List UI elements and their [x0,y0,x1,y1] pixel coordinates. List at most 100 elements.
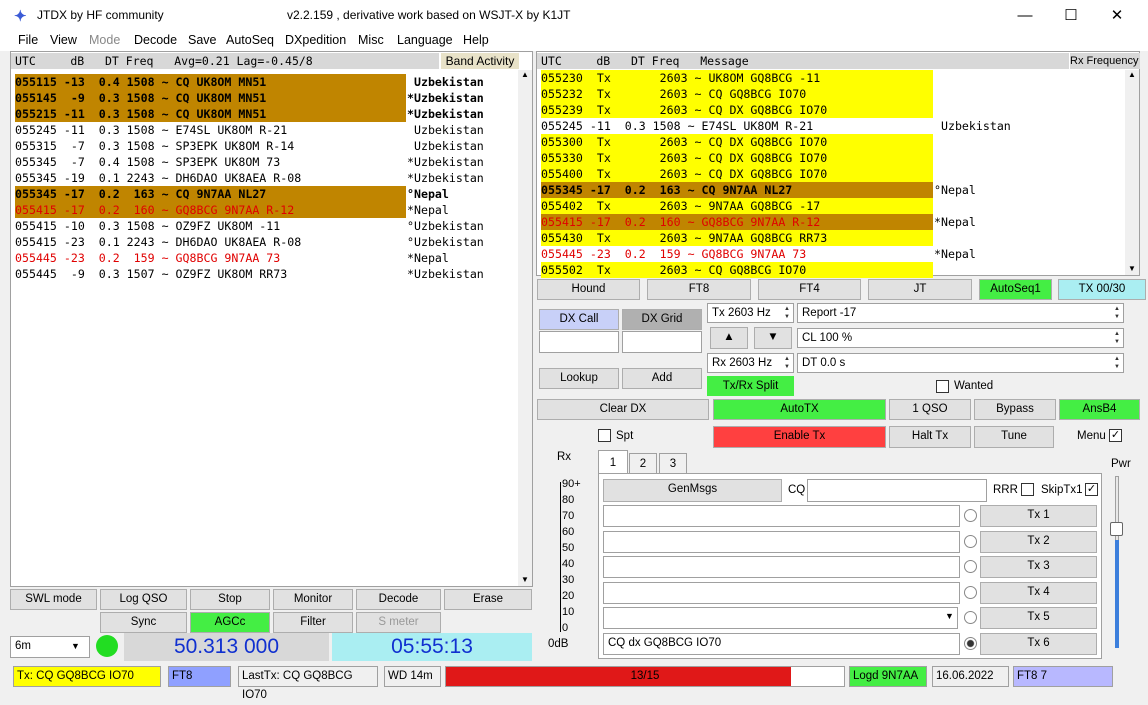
agcc-button[interactable]: AGCc [190,612,270,633]
cl-spinbox[interactable]: CL 100 % ▲ ▼ [797,328,1124,348]
rx-frequency-row[interactable]: 055402 Tx 2603 ~ 9N7AA GQ8BCG -17 [541,198,933,214]
rx-frequency-row[interactable]: 055230 Tx 2603 ~ UK8OM GQ8BCG -11 [541,70,933,86]
genmsgs-button[interactable]: GenMsgs [603,479,782,502]
s-meter-button[interactable]: S meter [356,612,441,633]
clear-dx-button[interactable]: Clear DX [537,399,709,420]
rx-frequency-row[interactable]: 055330 Tx 2603 ~ CQ DX GQ8BCG IO70 [541,150,933,166]
autoseq-button[interactable]: AutoSeq1 [979,279,1052,300]
ft4-button[interactable]: FT4 [758,279,861,300]
menu-decode[interactable]: Decode [134,33,177,47]
autotx-button[interactable]: AutoTX [713,399,886,420]
spin-arrows-icon[interactable]: ▲ ▼ [1112,305,1122,321]
report-spinbox[interactable]: Report -17 ▲ ▼ [797,303,1124,323]
enable-tx-button[interactable]: Enable Tx [713,426,886,448]
spin-arrows-icon[interactable]: ▲ ▼ [782,355,792,371]
tx4-message-input[interactable] [603,581,960,604]
rx-frequency-row[interactable]: 055415 -17 0.2 160 ~ GQ8BCG 9N7AA R-12 [541,214,933,230]
tx5-radio[interactable] [964,611,977,624]
sync-button[interactable]: Sync [100,612,187,633]
swl-mode-button[interactable]: SWL mode [10,589,97,610]
scroll-up-icon[interactable]: ▲ [518,70,532,79]
tx-freq-spinbox[interactable]: Tx 2603 Hz ▲ ▼ [707,303,794,323]
tx4-button[interactable]: Tx 4 [980,581,1097,604]
tx1-message-input[interactable] [603,505,960,527]
spin-arrows-icon[interactable]: ▲ ▼ [782,305,792,321]
tx6-message-input[interactable]: CQ dx GQ8BCG IO70 [603,632,960,655]
dx-call-input[interactable] [539,331,619,353]
scroll-down-icon[interactable]: ▼ [1125,264,1139,273]
one-qso-button[interactable]: 1 QSO [889,399,971,420]
log-qso-button[interactable]: Log QSO [100,589,187,610]
band-activity-row[interactable]: 055415 -17 0.2 160 ~ GQ8BCG 9N7AA R-12 [15,202,406,218]
band-activity-row[interactable]: 055445 -9 0.3 1507 ~ OZ9FZ UK8OM RR73 [15,266,406,282]
menu-mode[interactable]: Mode [89,33,120,47]
band-activity-row[interactable]: 055345 -19 0.1 2243 ~ DH6DAO UK8AEA R-08 [15,170,406,186]
band-activity-row[interactable]: 055415 -23 0.1 2243 ~ DH6DAO UK8AEA R-08 [15,234,406,250]
tx2-button[interactable]: Tx 2 [980,530,1097,553]
rx-frequency-row[interactable]: 055345 -17 0.2 163 ~ CQ 9N7AA NL27 [541,182,933,198]
tx4-radio[interactable] [964,585,977,599]
rx-frequency-row[interactable]: 055245 -11 0.3 1508 ~ E74SL UK8OM R-21 [541,118,933,134]
rx-frequency-scrollbar[interactable]: ▲ ▼ [1125,70,1139,275]
hound-button[interactable]: Hound [537,279,640,300]
add-button[interactable]: Add [622,368,702,389]
cq-input[interactable] [807,479,987,502]
chevron-down-icon[interactable]: ▼ [945,611,954,621]
menu-file[interactable]: File [18,33,38,47]
erase-button[interactable]: Erase [444,589,532,610]
band-activity-scrollbar[interactable]: ▲ ▼ [518,70,532,586]
menu-checkbox[interactable]: ✓ [1109,429,1122,442]
lookup-button[interactable]: Lookup [539,368,619,389]
tx5-button[interactable]: Tx 5 [980,607,1097,629]
menu-autoseq[interactable]: AutoSeq [226,33,274,47]
pwr-slider-handle[interactable] [1110,522,1123,536]
tx1-radio[interactable] [964,509,977,522]
rx-frequency-row[interactable]: 055430 Tx 2603 ~ 9N7AA GQ8BCG RR73 [541,230,933,246]
tx3-message-input[interactable] [603,556,960,578]
band-activity-row[interactable]: 055215 -11 0.3 1508 ~ CQ UK8OM MN51 [15,106,406,122]
wanted-checkbox[interactable] [936,380,949,393]
minimize-icon[interactable]: — [1002,0,1048,31]
tx5-message-input[interactable] [603,607,958,629]
menu-save[interactable]: Save [188,33,217,47]
tx6-button[interactable]: Tx 6 [980,632,1097,655]
tune-button[interactable]: Tune [974,426,1054,448]
dt-spinbox[interactable]: DT 0.0 s ▲ ▼ [797,353,1124,373]
halt-tx-button[interactable]: Halt Tx [889,426,971,448]
ft8-button[interactable]: FT8 [647,279,751,300]
ansb4-button[interactable]: AnsB4 [1059,399,1140,420]
tx1-button[interactable]: Tx 1 [980,505,1097,527]
scroll-up-icon[interactable]: ▲ [1125,70,1139,79]
stop-button[interactable]: Stop [190,589,270,610]
spin-arrows-icon[interactable]: ▲ ▼ [1112,355,1122,371]
rx-frequency-row[interactable]: 055300 Tx 2603 ~ CQ DX GQ8BCG IO70 [541,134,933,150]
band-activity-row[interactable]: 055445 -23 0.2 159 ~ GQ8BCG 9N7AA 73 [15,250,406,266]
tx3-radio[interactable] [964,560,977,573]
rx-frequency-row[interactable]: 055445 -23 0.2 159 ~ GQ8BCG 9N7AA 73 [541,246,933,262]
rx-freq-spinbox[interactable]: Rx 2603 Hz ▲ ▼ [707,353,794,373]
tab-2[interactable]: 2 [629,453,657,474]
tx2-radio[interactable] [964,534,977,548]
menu-misc[interactable]: Misc [358,33,384,47]
rx-frequency-row[interactable]: 055239 Tx 2603 ~ CQ DX GQ8BCG IO70 [541,102,933,118]
decode-button[interactable]: Decode [356,589,441,610]
menu-language[interactable]: Language [397,33,453,47]
band-activity-row[interactable]: 055315 -7 0.3 1508 ~ SP3EPK UK8OM R-14 [15,138,406,154]
rx-frequency-row[interactable]: 055232 Tx 2603 ~ CQ GQ8BCG IO70 [541,86,933,102]
up-arrow-button[interactable]: ▲ [710,327,748,349]
tx3-button[interactable]: Tx 3 [980,556,1097,578]
jt-button[interactable]: JT [868,279,972,300]
menu-dxpedition[interactable]: DXpedition [285,33,346,47]
tab-3[interactable]: 3 [659,453,687,474]
rx-frequency-row[interactable]: 055400 Tx 2603 ~ CQ DX GQ8BCG IO70 [541,166,933,182]
tx6-radio[interactable] [964,636,977,650]
bypass-button[interactable]: Bypass [974,399,1056,420]
menu-view[interactable]: View [50,33,77,47]
spin-arrows-icon[interactable]: ▲ ▼ [1112,330,1122,346]
tx-rx-split-indicator[interactable]: Tx/Rx Split [707,376,794,396]
rrr-checkbox[interactable] [1021,483,1034,496]
monitor-button[interactable]: Monitor [273,589,353,610]
band-select[interactable]: 6m ▼ [10,636,90,658]
band-activity-row[interactable]: 055145 -9 0.3 1508 ~ CQ UK8OM MN51 [15,90,406,106]
scroll-down-icon[interactable]: ▼ [518,575,532,584]
